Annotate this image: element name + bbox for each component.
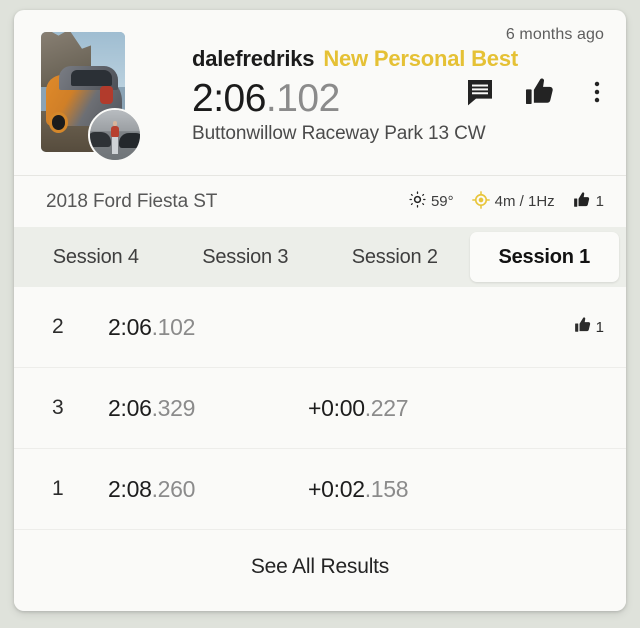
lap-result-card: 6 months ago dalefredriks New Personal B… bbox=[14, 10, 626, 611]
gps-target-icon bbox=[471, 190, 490, 213]
lap-time-main: 2:06 bbox=[108, 394, 152, 421]
table-row[interactable]: 3 2:06.329 +0:00.227 bbox=[14, 368, 626, 449]
tab-session-4-label: Session 4 bbox=[52, 245, 139, 268]
card-header: 6 months ago dalefredriks New Personal B… bbox=[14, 10, 626, 175]
gps-accuracy-chip: 4m / 1Hz bbox=[471, 190, 555, 213]
avatar-car-right bbox=[119, 133, 140, 148]
lap-delta: +0:02.158 bbox=[308, 475, 409, 503]
lap-time: 2:06.329 bbox=[108, 395, 308, 422]
lap-time-fraction: .102 bbox=[151, 313, 196, 340]
best-lap-time-main: 2:06 bbox=[192, 77, 266, 120]
info-bar: 2018 Ford Fiesta ST 59° 4m / 1Hz 1 bbox=[14, 175, 626, 227]
tab-session-4[interactable]: Session 4 bbox=[21, 232, 171, 282]
thumbs-up-icon bbox=[574, 316, 592, 338]
like-count-chip[interactable]: 1 bbox=[573, 191, 604, 213]
photo-car-glass bbox=[71, 70, 112, 86]
lap-like-count: 1 bbox=[595, 318, 604, 336]
see-all-results-button[interactable]: See All Results bbox=[14, 530, 626, 604]
table-row[interactable]: 1 2:08.260 +0:02.158 bbox=[14, 449, 626, 530]
lap-delta-main: +0:02 bbox=[308, 475, 365, 502]
lap-like-chip[interactable]: 1 bbox=[574, 316, 604, 338]
avatar-person-legs bbox=[112, 137, 118, 154]
thumbs-up-icon bbox=[573, 191, 591, 213]
lap-number: 2 bbox=[52, 315, 64, 338]
lap-time-fraction: .260 bbox=[151, 475, 196, 502]
personal-best-badge: New Personal Best bbox=[323, 46, 519, 71]
photo-car-wheel-front bbox=[48, 112, 68, 133]
session-tabs: Session 4 Session 3 Session 2 Session 1 bbox=[14, 227, 626, 287]
like-count-value: 1 bbox=[595, 193, 604, 210]
timestamp: 6 months ago bbox=[505, 26, 604, 43]
lap-delta-fraction: .227 bbox=[364, 394, 409, 421]
track-name: Buttonwillow Raceway Park 13 CW bbox=[192, 123, 486, 145]
best-lap-time-fraction: .102 bbox=[265, 77, 340, 120]
tab-session-1[interactable]: Session 1 bbox=[469, 232, 619, 282]
lap-time: 2:06.102 bbox=[108, 314, 308, 341]
tab-session-3-label: Session 3 bbox=[202, 245, 289, 268]
username[interactable]: dalefredriks bbox=[192, 46, 315, 72]
lap-time: 2:08.260 bbox=[108, 476, 308, 503]
lap-time-main: 2:08 bbox=[108, 475, 152, 502]
tab-session-2-label: Session 2 bbox=[351, 245, 438, 268]
temperature-value: 59° bbox=[430, 193, 454, 210]
photo-car-taillight bbox=[99, 86, 114, 104]
tab-session-1-label: Session 1 bbox=[498, 245, 591, 268]
name-line: dalefredriks New Personal Best bbox=[192, 46, 518, 72]
lap-delta-fraction: .158 bbox=[364, 475, 409, 502]
brightness-sun-icon bbox=[409, 191, 426, 212]
vehicle-name: 2018 Ford Fiesta ST bbox=[46, 190, 218, 212]
tab-session-3[interactable]: Session 3 bbox=[171, 232, 321, 282]
avatar-person-torso bbox=[110, 125, 119, 138]
gps-accuracy-value: 4m / 1Hz bbox=[494, 193, 555, 210]
table-row[interactable]: 2 2:06.102 1 bbox=[14, 287, 626, 368]
lap-delta: +0:00.227 bbox=[308, 394, 409, 422]
temperature-chip: 59° bbox=[409, 191, 454, 212]
lap-time-fraction: .329 bbox=[151, 394, 196, 421]
avatar-car-left bbox=[90, 132, 111, 147]
lap-time-main: 2:06 bbox=[108, 313, 152, 340]
lap-number: 3 bbox=[52, 396, 64, 419]
info-bar-stats: 59° 4m / 1Hz 1 bbox=[409, 190, 604, 213]
comment-icon[interactable] bbox=[464, 76, 496, 113]
more-vertical-icon[interactable] bbox=[584, 76, 610, 113]
lap-list: 2 2:06.102 1 3 2:06.329 +0:00.227 1 2:08… bbox=[14, 287, 626, 530]
tab-session-2[interactable]: Session 2 bbox=[320, 232, 470, 282]
header-actions bbox=[464, 76, 610, 113]
avatar[interactable] bbox=[88, 108, 142, 162]
lap-delta-main: +0:00 bbox=[308, 394, 365, 421]
thumbnail-container[interactable] bbox=[41, 32, 142, 162]
lap-number: 1 bbox=[52, 477, 64, 500]
see-all-results-label: See All Results bbox=[250, 555, 390, 578]
thumbs-up-icon[interactable] bbox=[524, 76, 556, 113]
avatar-person-head bbox=[112, 121, 117, 126]
